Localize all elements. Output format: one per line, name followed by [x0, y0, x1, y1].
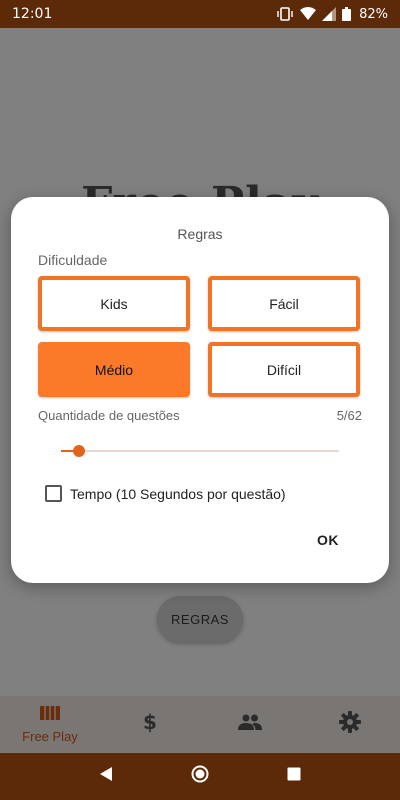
gear-icon	[339, 711, 361, 738]
difficulty-hard-button[interactable]: Difícil	[208, 342, 360, 397]
recents-icon[interactable]	[286, 766, 302, 787]
status-time: 12:01	[12, 6, 53, 22]
nav-item-settings[interactable]	[300, 696, 400, 753]
nav-item-store[interactable]: $	[100, 696, 200, 753]
difficulty-medium-button[interactable]: Médio	[38, 342, 190, 397]
people-icon	[238, 714, 262, 735]
nav-item-players[interactable]	[200, 696, 300, 753]
difficulty-easy-button[interactable]: Fácil	[208, 276, 360, 331]
bottom-navigation: Free Play $	[0, 696, 400, 753]
difficulty-kids-button[interactable]: Kids	[38, 276, 190, 331]
svg-text:$: $	[143, 711, 157, 733]
questions-count-label: Quantidade de questões	[38, 408, 180, 423]
dollar-icon: $	[143, 710, 157, 738]
status-icons: 82%	[276, 7, 388, 22]
system-navigation-bar	[0, 753, 400, 800]
battery-percentage: 82%	[359, 6, 388, 22]
slider-thumb[interactable]	[73, 445, 86, 457]
rules-button[interactable]: REGRAS	[157, 596, 243, 642]
questions-count-value: 5/62	[336, 408, 362, 423]
nav-label-free-play: Free Play	[22, 728, 78, 744]
questions-slider[interactable]	[61, 443, 339, 459]
timer-option[interactable]: Tempo (10 Segundos por questão)	[45, 485, 286, 502]
home-icon[interactable]	[191, 765, 209, 788]
difficulty-label: Dificuldade	[38, 252, 108, 268]
dialog-title: Regras	[177, 226, 223, 242]
battery-icon	[342, 7, 352, 21]
nav-item-free-play[interactable]: Free Play	[0, 696, 100, 753]
slider-track	[61, 450, 339, 452]
signal-icon	[322, 7, 337, 21]
vibrate-icon	[276, 7, 294, 21]
timer-checkbox[interactable]	[45, 485, 62, 502]
wifi-icon	[300, 7, 317, 21]
cards-icon	[40, 705, 60, 725]
status-bar: 12:01 82%	[0, 0, 400, 28]
timer-checkbox-label: Tempo (10 Segundos por questão)	[70, 485, 286, 502]
ok-button[interactable]: OK	[317, 532, 339, 548]
rules-dialog: Regras Dificuldade Kids Fácil Médio Difí…	[11, 197, 389, 583]
back-icon[interactable]	[98, 766, 114, 787]
